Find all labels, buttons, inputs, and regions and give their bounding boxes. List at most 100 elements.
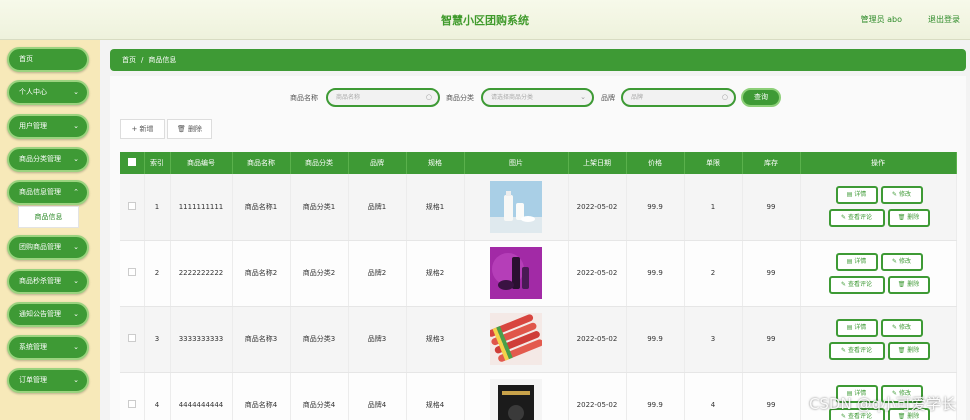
row-checkbox[interactable] <box>127 400 136 408</box>
sidebar-item-product-info[interactable]: 商品信息管理 ⌃ <box>7 180 89 205</box>
sidebar-item-profile[interactable]: 个人中心 ⌄ <box>7 80 89 105</box>
col-header: 品牌 <box>348 152 407 174</box>
cell-stock: 99 <box>742 240 801 307</box>
cell-code: 1111111111 <box>170 174 233 241</box>
product-image-box[interactable] <box>490 379 542 420</box>
cell-spec: 规格2 <box>406 240 465 307</box>
col-header: 商品分类 <box>290 152 349 174</box>
col-header: 操作 <box>800 152 957 174</box>
product-image-milk[interactable] <box>490 180 542 233</box>
cell-category: 商品分类2 <box>290 240 349 307</box>
sidebar-item-notice[interactable]: 通知公告管理 ⌄ <box>7 302 89 327</box>
edit-button[interactable]: ✎ 修改 <box>880 252 923 271</box>
delete-button[interactable]: 🗑 删除 <box>887 341 930 360</box>
watermark: CSDN @q小可爱学长 <box>808 395 956 413</box>
table-row: 2 2222222222 商品名称2 商品分类2 品牌2 规格2 2022-05… <box>120 240 957 307</box>
chevron-down-icon: ⌄ <box>580 93 586 101</box>
cell-index: 2 <box>144 240 171 307</box>
detail-button[interactable]: ▤ 详情 <box>835 252 878 271</box>
current-user: 管理员 abo <box>860 15 902 24</box>
product-image-sausages[interactable] <box>490 313 542 365</box>
cell-index: 4 <box>144 372 171 420</box>
cell-stock: 99 <box>742 306 801 373</box>
chevron-down-icon: ⌄ <box>73 88 79 96</box>
sidebar-item-home[interactable]: 首页 <box>7 47 89 72</box>
col-header: 商品编号 <box>170 152 233 174</box>
breadcrumb-home[interactable]: 首页 <box>122 56 136 64</box>
search-bar: 商品名称 商品名称 ○ 商品分类 请选择商品分类 ⌄ 品牌 品牌 ○ 查询 <box>110 88 966 108</box>
cell-category: 商品分类1 <box>290 174 349 241</box>
detail-button[interactable]: ▤ 详情 <box>835 318 878 337</box>
sidebar-item-category[interactable]: 商品分类管理 ⌄ <box>7 147 89 172</box>
cell-brand: 品牌2 <box>348 240 407 307</box>
cell-index: 1 <box>144 174 171 241</box>
table-row: 1 1111111111 商品名称1 商品分类1 品牌1 规格1 2022-05… <box>120 174 957 241</box>
app-title: 智慧小区团购系统 <box>441 14 529 27</box>
cell-price: 99.9 <box>626 306 685 373</box>
brand-label: 品牌 <box>601 94 615 102</box>
top-header: 智慧小区团购系统 管理员 abo 退出登录 <box>0 0 970 40</box>
checkbox[interactable] <box>127 158 136 166</box>
cell-name: 商品名称3 <box>232 306 291 373</box>
product-table: 索引 商品编号 商品名称 商品分类 品牌 规格 图片 上架日期 价格 单限 库存… <box>120 152 957 420</box>
batch-delete-button[interactable]: 🗑 删除 <box>167 119 212 139</box>
col-header: 图片 <box>464 152 569 174</box>
row-checkbox[interactable] <box>127 268 136 276</box>
name-label: 商品名称 <box>290 94 318 102</box>
cell-name: 商品名称1 <box>232 174 291 241</box>
category-select[interactable]: 请选择商品分类 ⌄ <box>481 88 594 107</box>
category-label: 商品分类 <box>446 94 474 102</box>
breadcrumb-separator: / <box>141 56 144 64</box>
sidebar-item-groupbuy[interactable]: 团购商品管理 ⌄ <box>7 235 89 260</box>
col-header: 价格 <box>626 152 685 174</box>
submenu-product-info[interactable]: 商品信息 <box>18 206 79 228</box>
cell-price: 99.9 <box>626 174 685 241</box>
sidebar-item-flashsale[interactable]: 商品秒杀管理 ⌄ <box>7 269 89 294</box>
cell-limit: 2 <box>684 240 743 307</box>
cell-limit: 4 <box>684 372 743 420</box>
col-header: 单限 <box>684 152 743 174</box>
edit-button[interactable]: ✎ 修改 <box>880 186 923 204</box>
sidebar: 首页 个人中心 ⌄ 用户管理 ⌄ 商品分类管理 ⌄ 商品信息管理 ⌃ 商品信息 团购商品… <box>0 40 100 420</box>
view-reviews-button[interactable]: ✎ 查看评论 <box>828 275 885 294</box>
cell-brand: 品牌4 <box>348 372 407 420</box>
sidebar-item-orders[interactable]: 订单管理 ⌄ <box>7 368 89 393</box>
header-select-all[interactable] <box>120 152 145 174</box>
chevron-down-icon: ⌄ <box>73 310 79 318</box>
add-button[interactable]: + 新增 <box>120 119 165 139</box>
cell-date: 2022-05-02 <box>568 372 627 420</box>
table-row: 3 3333333333 商品名称3 商品分类3 品牌3 规格3 2022-05… <box>120 306 957 373</box>
col-header: 索引 <box>144 152 171 174</box>
table-header-row: 索引 商品编号 商品名称 商品分类 品牌 规格 图片 上架日期 价格 单限 库存… <box>120 152 957 174</box>
cell-stock: 99 <box>742 372 801 420</box>
cell-date: 2022-05-02 <box>568 306 627 373</box>
logout-link[interactable]: 退出登录 <box>928 14 960 25</box>
cell-code: 4444444444 <box>170 372 233 420</box>
row-actions: ▤ 详情 ✎ 修改 ✎ 查看评论 🗑 删除 <box>801 307 956 372</box>
sidebar-item-users[interactable]: 用户管理 ⌄ <box>7 114 89 139</box>
cell-category: 商品分类4 <box>290 372 349 420</box>
view-reviews-button[interactable]: ✎ 查看评论 <box>828 209 885 227</box>
name-search-input[interactable]: 商品名称 ○ <box>326 88 440 107</box>
cell-spec: 规格1 <box>406 174 465 241</box>
chevron-down-icon: ⌄ <box>73 243 79 251</box>
search-icon: ○ <box>721 93 728 101</box>
query-button[interactable]: 查询 <box>741 88 781 107</box>
chevron-down-icon: ⌄ <box>73 376 79 384</box>
cell-category: 商品分类3 <box>290 306 349 373</box>
row-checkbox[interactable] <box>127 201 136 210</box>
view-reviews-button[interactable]: ✎ 查看评论 <box>828 341 885 360</box>
row-checkbox[interactable] <box>127 334 136 342</box>
main-panel: 商品名称 商品名称 ○ 商品分类 请选择商品分类 ⌄ 品牌 品牌 ○ 查询 + 新增 … <box>110 76 966 420</box>
detail-button[interactable]: ▤ 详情 <box>835 186 878 204</box>
delete-button[interactable]: 🗑 删除 <box>887 209 930 227</box>
product-image-cosmetics[interactable] <box>490 247 542 299</box>
cell-code: 3333333333 <box>170 306 233 373</box>
edit-button[interactable]: ✎ 修改 <box>880 318 923 337</box>
cell-spec: 规格3 <box>406 306 465 373</box>
sidebar-item-system[interactable]: 系统管理 ⌄ <box>7 335 89 360</box>
delete-button[interactable]: 🗑 删除 <box>887 275 930 294</box>
cell-index: 3 <box>144 306 171 373</box>
brand-search-input[interactable]: 品牌 ○ <box>621 88 736 107</box>
col-header: 上架日期 <box>568 152 627 174</box>
